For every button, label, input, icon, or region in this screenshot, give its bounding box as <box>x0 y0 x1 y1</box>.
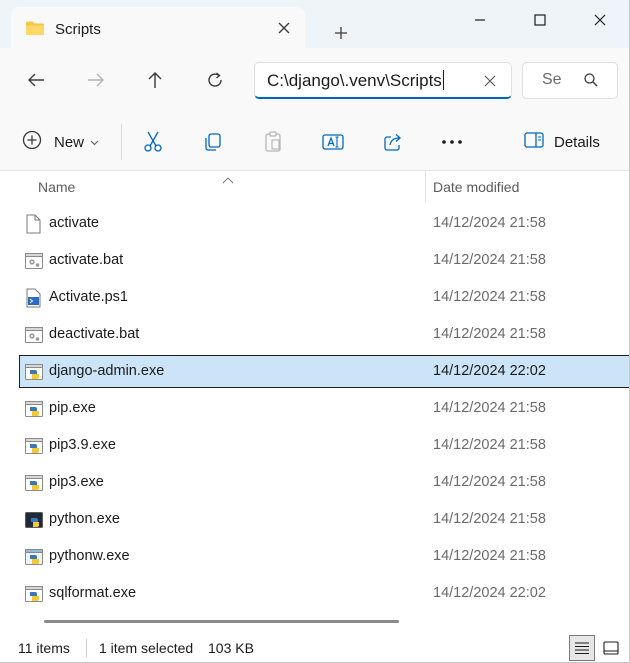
python-exe-icon <box>24 584 44 604</box>
file-date-modified: 14/12/2024 21:58 <box>433 548 546 564</box>
python-exe-icon <box>24 399 44 419</box>
file-date-modified: 14/12/2024 21:58 <box>433 400 546 416</box>
file-date-modified: 14/12/2024 21:58 <box>433 252 546 268</box>
maximize-icon[interactable] <box>510 0 570 40</box>
back-arrow-icon[interactable] <box>18 64 54 96</box>
file-date-modified: 14/12/2024 21:58 <box>433 289 546 305</box>
batch-file-icon <box>24 251 44 271</box>
rename-icon[interactable] <box>321 126 345 158</box>
tab-scripts[interactable]: Scripts <box>11 7 305 48</box>
python-window-icon <box>24 547 44 567</box>
python-exe-icon <box>24 362 44 382</box>
details-view-icon[interactable] <box>569 635 595 661</box>
batch-file-icon <box>24 325 44 345</box>
status-bar: 11 items 1 item selected 103 KB <box>0 633 629 662</box>
file-row[interactable]: activate 14/12/2024 21:58 <box>19 207 629 240</box>
close-tab-icon[interactable] <box>275 19 293 37</box>
title-bar: Scripts <box>0 0 629 48</box>
search-box[interactable]: Se <box>522 62 618 99</box>
file-row[interactable]: pythonw.exe 14/12/2024 21:58 <box>19 540 629 573</box>
file-row[interactable]: pip.exe 14/12/2024 21:58 <box>19 392 629 425</box>
file-explorer-window: Scripts C:\django\.venv\Scripts Se New D… <box>0 0 630 663</box>
file-row[interactable]: pip3.exe 14/12/2024 21:58 <box>19 466 629 499</box>
close-window-icon[interactable] <box>570 0 629 40</box>
file-name: pip.exe <box>49 400 96 416</box>
column-name[interactable]: Name <box>38 179 75 195</box>
command-bar: New Details <box>0 112 629 171</box>
selection-count: 1 item selected <box>99 640 194 656</box>
file-icon <box>24 214 44 234</box>
tab-title: Scripts <box>55 21 101 38</box>
file-row[interactable]: Activate.ps1 14/12/2024 21:58 <box>19 281 629 314</box>
cut-icon[interactable] <box>141 126 165 158</box>
folder-icon <box>25 20 45 41</box>
column-divider[interactable] <box>425 171 426 203</box>
file-name: python.exe <box>49 511 120 527</box>
horizontal-scrollbar[interactable] <box>44 620 399 623</box>
copy-icon[interactable] <box>201 126 225 158</box>
file-name: deactivate.bat <box>49 326 140 342</box>
file-row[interactable]: django-admin.exe 14/12/2024 22:02 <box>19 355 629 388</box>
forward-arrow-icon[interactable] <box>78 64 114 96</box>
file-name: Activate.ps1 <box>49 289 128 305</box>
refresh-icon[interactable] <box>197 64 233 96</box>
address-bar[interactable]: C:\django\.venv\Scripts <box>254 62 512 99</box>
file-name: pythonw.exe <box>49 548 130 564</box>
search-icon[interactable] <box>583 72 599 93</box>
file-date-modified: 14/12/2024 21:58 <box>433 437 546 453</box>
column-date-modified[interactable]: Date modified <box>433 179 519 195</box>
text-caret <box>442 70 444 90</box>
file-date-modified: 14/12/2024 21:58 <box>433 511 546 527</box>
file-name: pip3.9.exe <box>49 437 116 453</box>
file-row[interactable]: activate.bat 14/12/2024 21:58 <box>19 244 629 277</box>
details-pane-button[interactable]: Details <box>524 126 600 158</box>
python-exe-icon <box>24 436 44 456</box>
file-date-modified: 14/12/2024 21:58 <box>433 326 546 342</box>
new-button[interactable]: New <box>22 126 99 158</box>
file-name: activate.bat <box>49 252 124 268</box>
file-row[interactable]: sqlformat.exe 14/12/2024 22:02 <box>19 577 629 610</box>
details-label: Details <box>554 133 600 151</box>
up-arrow-icon[interactable] <box>137 64 173 96</box>
status-divider <box>86 639 87 657</box>
search-placeholder: Se <box>542 71 562 88</box>
share-icon[interactable] <box>381 126 405 158</box>
file-name: django-admin.exe <box>49 363 165 379</box>
file-row[interactable]: pip3.9.exe 14/12/2024 21:58 <box>19 429 629 462</box>
python-console-icon <box>24 510 44 530</box>
python-exe-icon <box>24 473 44 493</box>
more-options-icon[interactable] <box>439 126 465 158</box>
file-name: sqlformat.exe <box>49 585 137 601</box>
details-pane-icon <box>524 131 544 153</box>
address-path: C:\django\.venv\Scripts <box>267 71 442 90</box>
toolbar-divider <box>121 124 122 160</box>
item-count: 11 items <box>18 640 70 656</box>
file-row[interactable]: python.exe 14/12/2024 21:58 <box>19 503 629 536</box>
file-name: activate <box>49 215 99 231</box>
file-row[interactable]: deactivate.bat 14/12/2024 21:58 <box>19 318 629 351</box>
sort-ascending-icon <box>222 171 234 189</box>
chevron-down-icon <box>90 133 99 151</box>
selection-size: 103 KB <box>208 640 254 656</box>
column-header: Name Date modified <box>0 171 629 203</box>
paste-icon[interactable] <box>261 126 285 158</box>
powershell-file-icon <box>24 288 44 308</box>
file-date-modified: 14/12/2024 21:58 <box>433 474 546 490</box>
tiles-view-icon[interactable] <box>598 635 624 661</box>
file-date-modified: 14/12/2024 21:58 <box>433 215 546 231</box>
file-date-modified: 14/12/2024 22:02 <box>433 585 546 601</box>
clear-address-icon[interactable] <box>481 72 499 90</box>
minimize-icon[interactable] <box>450 0 510 40</box>
navigation-bar: C:\django\.venv\Scripts Se <box>0 48 629 112</box>
file-date-modified: 14/12/2024 22:02 <box>433 363 546 379</box>
file-name: pip3.exe <box>49 474 104 490</box>
plus-circle-icon <box>22 130 42 155</box>
new-tab-icon[interactable] <box>328 20 354 46</box>
new-label: New <box>54 133 85 151</box>
